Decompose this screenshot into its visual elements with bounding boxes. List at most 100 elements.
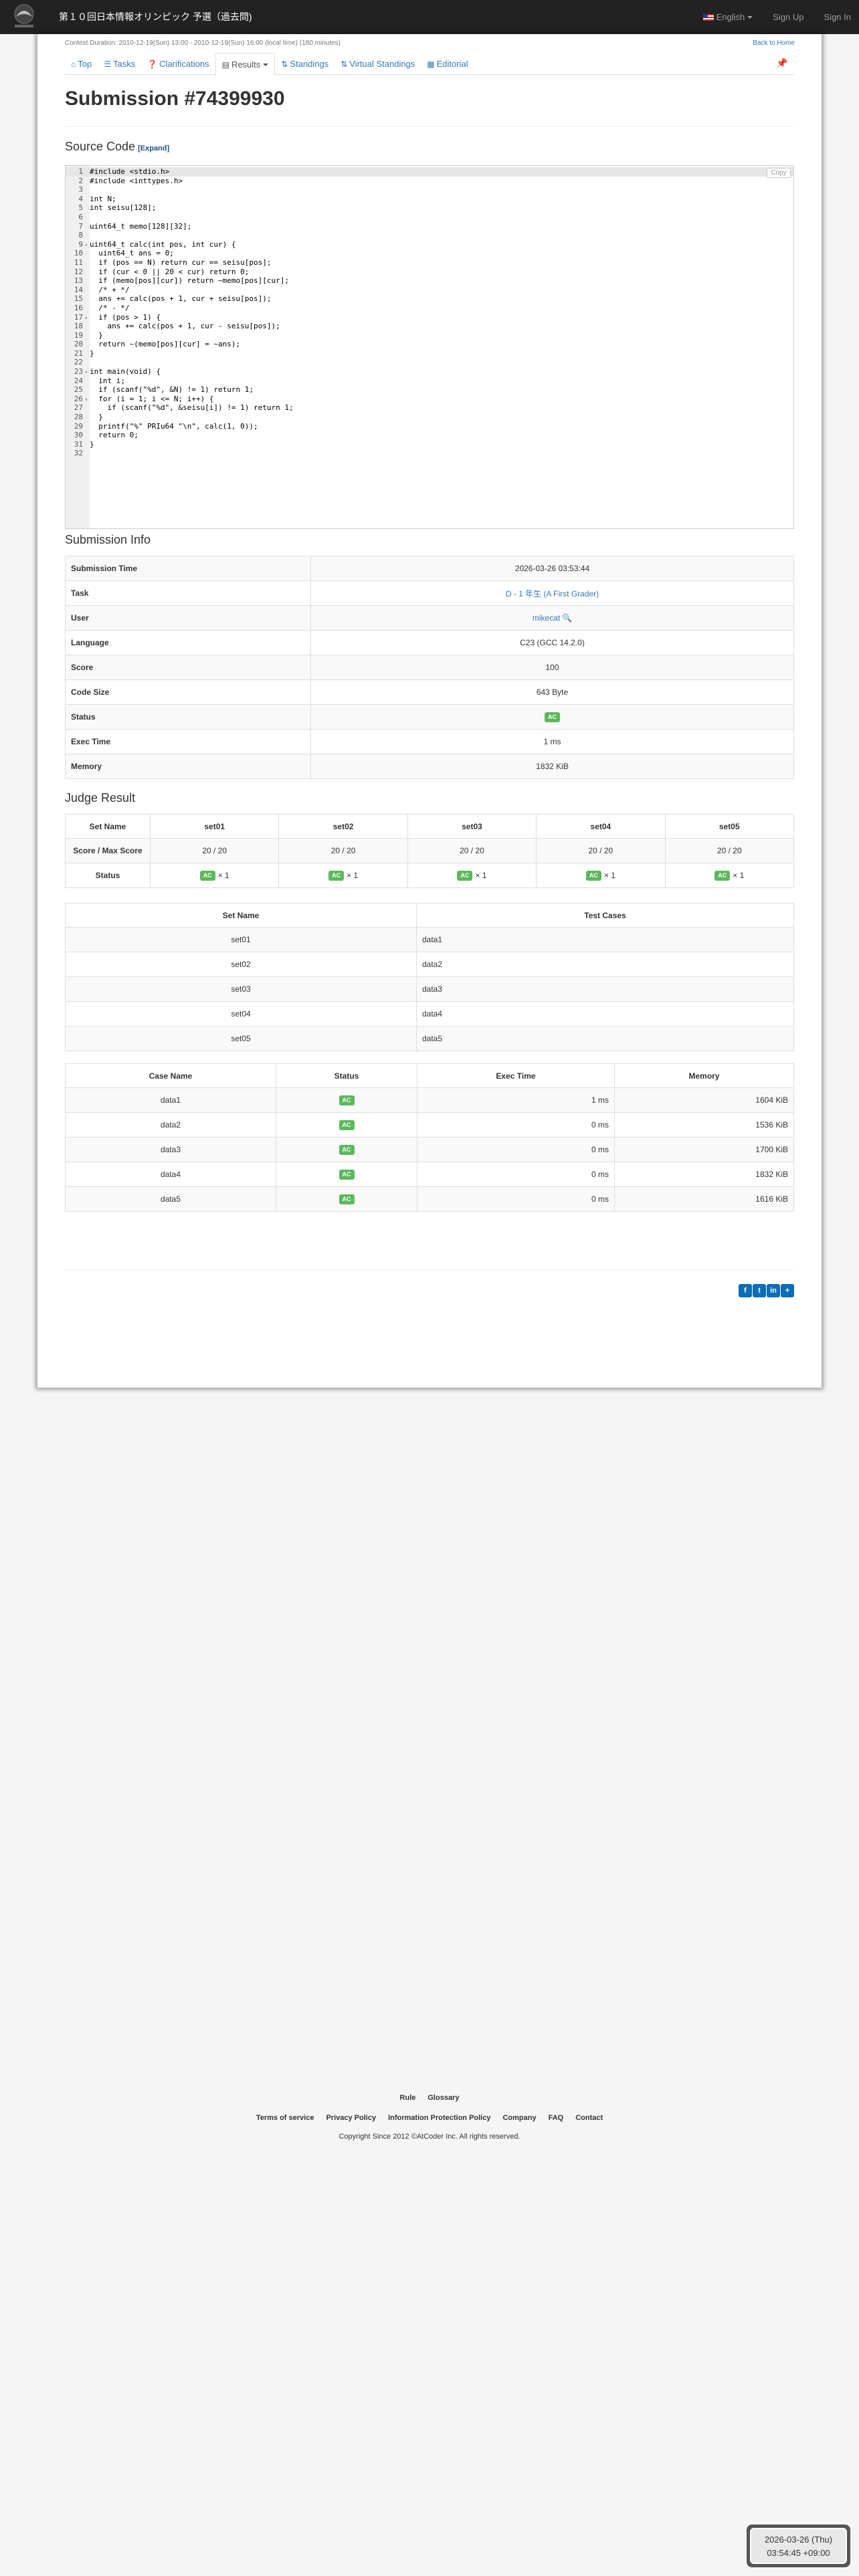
more-share-icon[interactable]: + — [781, 1284, 794, 1297]
table-row: set04 data4 — [65, 1001, 794, 1027]
case-name-cell: data3 — [65, 1137, 276, 1162]
memory-cell: 1700 KiB — [614, 1137, 794, 1162]
line-number: 22 — [74, 358, 83, 367]
info-row: Status AC — [65, 704, 794, 730]
tab-label: Results — [231, 60, 261, 70]
fold-arrow-icon[interactable]: ▾ — [83, 368, 90, 377]
code-line: 7 uint64_t memo[128][32]; — [66, 222, 793, 231]
info-value: 1832 KiB — [310, 754, 794, 779]
tab-editorial[interactable]: ▦ Editorial — [421, 53, 474, 75]
footer-link[interactable]: Privacy Policy — [326, 2114, 376, 2122]
footer-links-primary: Rule Glossary — [0, 2094, 859, 2102]
line-number: 25 — [74, 385, 83, 395]
set-score: 20 / 20 — [664, 838, 795, 863]
language-dropdown[interactable]: English — [702, 12, 753, 22]
status-count: × 1 — [475, 870, 487, 880]
exec-time-cell: 0 ms — [417, 1162, 615, 1187]
line-number: 8 — [78, 231, 83, 240]
tab-results[interactable]: ▤ Results — [215, 53, 276, 76]
line-number: 24 — [74, 376, 83, 385]
fold-arrow-icon[interactable]: ▾ — [83, 241, 90, 250]
info-row: Exec Time 1 ms — [65, 729, 794, 754]
set-name-header: set04 — [536, 814, 666, 839]
footer-link[interactable]: Rule — [400, 2094, 416, 2102]
footer-link[interactable]: Contact — [575, 2114, 603, 2122]
code-text: if (memo[pos][cur]) return ~memo[pos][cu… — [90, 276, 290, 286]
code-text: uint64_t calc(int pos, int cur) { — [90, 239, 236, 249]
set-cases-table: Set Name Test Cases set01 data1 set02 data2 s… — [65, 903, 794, 1051]
set-status: AC × 1 — [664, 863, 795, 888]
table-row: set03 data3 — [65, 976, 794, 1002]
info-row: Memory 1832 KiB — [65, 754, 794, 779]
source-code-block[interactable]: 1 #include <stdio.h> 2 #include <inttypes.h… — [65, 165, 794, 529]
code-text: int seisu[128]; — [90, 203, 157, 213]
atcoder-logo[interactable] — [5, 2, 43, 32]
tab-label: Editorial — [436, 59, 468, 69]
code-line: 32 — [66, 449, 793, 458]
tab-label: Standings — [290, 59, 329, 69]
pin-icon[interactable]: 📌 — [775, 56, 789, 70]
sign-up-link[interactable]: Sign Up — [773, 12, 803, 22]
tab-tasks[interactable]: ☰ Tasks — [98, 53, 141, 75]
back-to-home-link[interactable]: Back to Home — [753, 39, 795, 47]
question-icon: ❓ — [147, 60, 158, 69]
tab-top[interactable]: ⌂ Top — [65, 53, 98, 75]
code-line: 25 if (scanf("%d", &N) != 1) return 1; — [66, 385, 793, 395]
score-label: Score / Max Score — [65, 838, 151, 863]
status-label: Status — [65, 863, 151, 888]
twitter-share-icon[interactable]: t — [753, 1284, 766, 1297]
footer-links-secondary: Terms of service Privacy Policy Informatio… — [0, 2114, 859, 2122]
tasks-icon: ☰ — [104, 60, 111, 69]
contest-title[interactable]: 第１０回日本情報オリンピック 予選（過去問) — [59, 0, 252, 34]
set-name-cell: set04 — [65, 1001, 417, 1027]
info-value: C23 (GCC 14.2.0) — [310, 630, 794, 655]
info-label: Score — [65, 655, 311, 680]
memory-cell: 1536 KiB — [614, 1112, 794, 1138]
case-results-table: Case Name Status Exec Time Memory data1 AC 1 … — [65, 1063, 794, 1212]
tab-standings[interactable]: ⇅ Standings — [275, 53, 335, 75]
info-row: Code Size 643 Byte — [65, 679, 794, 705]
set-status: AC × 1 — [407, 863, 537, 888]
code-text: } — [90, 413, 103, 422]
expand-link[interactable]: [Expand] — [138, 144, 169, 152]
code-line: 28 } — [66, 413, 793, 422]
tab-label: Virtual Standings — [349, 59, 415, 69]
tab-virtual-standings[interactable]: ⇅ Virtual Standings — [335, 53, 421, 75]
code-line: 4 int N; — [66, 195, 793, 204]
sign-in-link[interactable]: Sign In — [824, 12, 851, 22]
info-label: Code Size — [65, 679, 311, 705]
memory-cell: 1832 KiB — [614, 1162, 794, 1187]
line-number: 17 — [74, 312, 83, 322]
exec-time-cell: 1 ms — [417, 1087, 615, 1113]
fold-arrow-icon[interactable]: ▾ — [83, 395, 90, 405]
telegram-share-icon[interactable]: in — [767, 1284, 780, 1297]
line-number: 26 — [74, 394, 83, 403]
clock-time: 03:54:45 +09:00 — [767, 2548, 830, 2558]
set-score: 20 / 20 — [278, 838, 408, 863]
code-text: int N; — [90, 194, 116, 203]
code-line: 8 — [66, 231, 793, 240]
footer-link[interactable]: Terms of service — [256, 2114, 314, 2122]
footer-link[interactable]: Company — [502, 2114, 536, 2122]
tab-clarifications[interactable]: ❓ Clarifications — [141, 53, 215, 75]
task-link[interactable]: D - 1 年生 (A First Grader) — [506, 589, 599, 599]
status-count: × 1 — [217, 870, 229, 880]
case-status-cell: AC — [276, 1186, 417, 1212]
facebook-share-icon[interactable]: f — [739, 1284, 752, 1297]
user-link[interactable]: mikecat — [533, 613, 560, 623]
footer-link[interactable]: FAQ — [549, 2114, 564, 2122]
copy-button[interactable]: Copy — [767, 168, 791, 178]
table-row: data3 AC 0 ms 1700 KiB — [65, 1137, 794, 1162]
set-score: 20 / 20 — [149, 838, 280, 863]
footer-link[interactable]: Information Protection Policy — [388, 2114, 490, 2122]
info-label: Memory — [65, 754, 311, 779]
code-text: #include <inttypes.h> — [90, 176, 183, 185]
code-text: } — [90, 330, 103, 340]
submission-info-table: Submission Time 2026-03-26 03:53:44 Task D … — [65, 556, 794, 779]
footer-link[interactable]: Glossary — [427, 2094, 459, 2102]
code-line: 15 ans += calc(pos + 1, cur + seisu[pos]… — [66, 294, 793, 304]
search-icon[interactable]: 🔍 — [562, 613, 572, 623]
info-label: Language — [65, 630, 311, 655]
code-text: int main(void) { — [90, 367, 161, 377]
fold-arrow-icon[interactable]: ▾ — [83, 314, 90, 323]
